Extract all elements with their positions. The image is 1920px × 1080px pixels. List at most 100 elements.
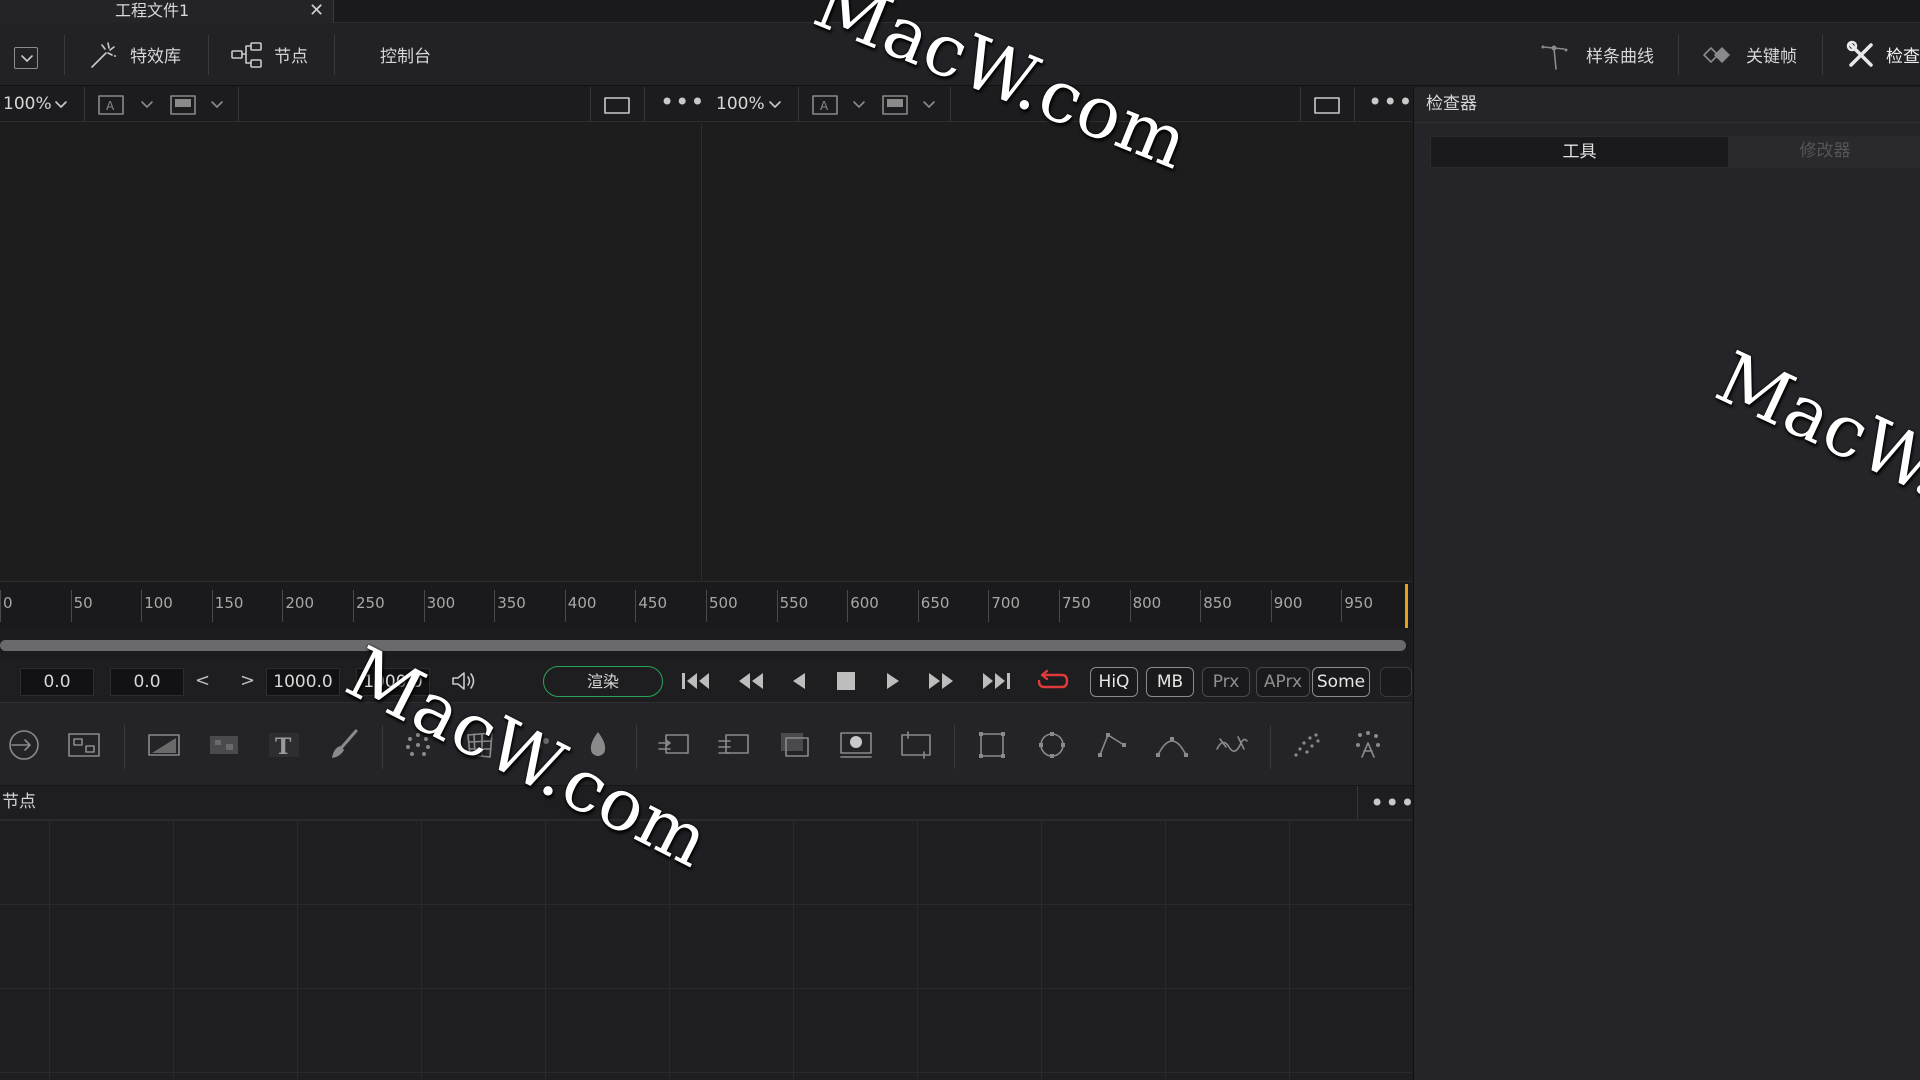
render-end-field[interactable]: 1000.0 [266, 668, 340, 696]
hiq-toggle[interactable]: HiQ [1090, 667, 1138, 697]
rectangle-mask-icon[interactable] [974, 727, 1010, 763]
ruler-label: 350 [497, 594, 526, 612]
media-in-icon[interactable] [66, 727, 102, 763]
node-editor-canvas[interactable] [0, 820, 1412, 1080]
some-toggle[interactable]: Some [1312, 667, 1370, 697]
right-viewer-zoom[interactable]: 100% [716, 87, 765, 122]
stop-icon[interactable] [836, 671, 856, 691]
more-options-icon[interactable]: ••• [1370, 788, 1415, 818]
prx-toggle[interactable]: Prx [1202, 667, 1250, 697]
render-button[interactable]: 渲染 [543, 666, 663, 697]
ruler-label: 150 [214, 594, 244, 612]
particle-emitter-icon[interactable] [1290, 727, 1326, 763]
paint-brush-icon[interactable] [326, 727, 362, 763]
magic-wand-icon [91, 41, 116, 68]
viewer-frame-icon[interactable] [1314, 97, 1340, 114]
background-icon[interactable] [146, 727, 182, 763]
left-viewer-zoom[interactable]: 100% [3, 87, 52, 122]
left-zoom-value: 100% [3, 94, 52, 114]
view-options-icon[interactable] [882, 95, 908, 115]
keyframes-label: 关键帧 [1746, 47, 1797, 67]
channel-a-icon[interactable]: A [812, 95, 838, 115]
ruler-tick [494, 590, 496, 622]
paint-mask-icon[interactable] [1214, 727, 1250, 763]
saver-icon[interactable] [898, 727, 934, 763]
bspline-mask-icon[interactable] [1154, 727, 1190, 763]
fast-noise-icon[interactable] [206, 727, 242, 763]
render-start-field[interactable]: 0.0 [110, 668, 184, 696]
extra-toggle[interactable] [1380, 667, 1412, 697]
inspector-button[interactable]: 检查 [1846, 23, 1920, 86]
ruler-label: 300 [426, 594, 456, 612]
left-viewer[interactable] [0, 123, 701, 580]
timeline-scrollbar[interactable] [0, 640, 1406, 651]
ruler-label: 950 [1344, 594, 1374, 612]
merge-icon[interactable] [656, 727, 692, 763]
go-to-end-icon[interactable] [980, 670, 1012, 692]
background-input-icon[interactable] [6, 727, 42, 763]
ruler-label: 800 [1132, 594, 1162, 612]
chevron-down-icon[interactable] [852, 98, 866, 112]
matte-control-icon[interactable] [776, 727, 812, 763]
play-reverse-icon[interactable] [790, 670, 808, 692]
keyframes-button[interactable]: 关键帧 [1700, 23, 1797, 86]
document-tab[interactable]: 工程文件1 ✕ [0, 0, 334, 24]
rewind-icon[interactable] [736, 670, 766, 692]
ruler-tick [1129, 590, 1131, 622]
chevron-down-icon[interactable] [140, 98, 154, 112]
aprx-toggle[interactable]: APrx [1256, 667, 1310, 697]
text-icon[interactable]: T [266, 727, 302, 763]
tab-modifiers[interactable]: 修改器 [1729, 136, 1920, 168]
right-viewer[interactable] [702, 123, 1412, 580]
node-graph-icon [231, 41, 262, 68]
step-forward-button[interactable]: > [240, 670, 255, 691]
keyframe-icon [1703, 46, 1730, 63]
mb-toggle[interactable]: MB [1146, 667, 1194, 697]
ruler-label: 200 [285, 594, 315, 612]
global-start-field[interactable]: 0.0 [20, 668, 94, 696]
ruler-tick [917, 590, 919, 622]
divider [1270, 725, 1271, 769]
effects-library-button[interactable]: 特效库 [88, 23, 181, 86]
view-options-icon[interactable] [170, 95, 196, 115]
step-back-button[interactable]: < [195, 670, 210, 691]
chevron-down-icon[interactable] [210, 98, 224, 112]
polygon-mask-icon[interactable] [1094, 727, 1130, 763]
inspector-label: 检查 [1886, 47, 1920, 67]
particle-render-icon[interactable] [1350, 727, 1386, 763]
go-to-start-icon[interactable] [680, 670, 712, 692]
spline-button[interactable]: 样条曲线 [1540, 23, 1654, 86]
fast-forward-icon[interactable] [926, 670, 956, 692]
loader-icon[interactable] [838, 727, 874, 763]
effects-library-label: 特效库 [130, 47, 181, 67]
time-ruler[interactable]: 0 50 100 150 200 250 300 350 400 450 500 550 600 650 7… [0, 581, 1412, 629]
workspace-menu-button[interactable] [14, 47, 38, 69]
svg-text:A: A [820, 99, 829, 113]
channel-a-icon[interactable]: A [98, 95, 124, 115]
more-options-icon[interactable]: ••• [660, 87, 705, 117]
playhead[interactable] [1405, 584, 1408, 628]
ruler-label: 700 [991, 594, 1021, 612]
ellipse-mask-icon[interactable] [1034, 727, 1070, 763]
nodes-button[interactable]: 节点 [230, 23, 308, 86]
ruler-tick [423, 590, 425, 622]
ruler-tick [282, 590, 284, 622]
play-icon[interactable] [884, 670, 902, 692]
chevron-down-icon[interactable] [922, 98, 936, 112]
channel-booleans-icon[interactable] [716, 727, 752, 763]
tab-tools[interactable]: 工具 [1430, 136, 1729, 168]
ruler-tick [988, 590, 990, 622]
spline-label: 样条曲线 [1586, 47, 1654, 67]
more-options-icon[interactable]: ••• [1368, 87, 1413, 117]
loop-icon[interactable] [1036, 669, 1070, 693]
divider [636, 725, 637, 769]
ruler-label: 250 [356, 594, 385, 612]
ruler-tick [0, 590, 1, 622]
close-icon[interactable]: ✕ [309, 0, 324, 21]
chevron-down-icon[interactable] [768, 98, 782, 112]
left-viewer-header: 100% A ••• [0, 87, 705, 122]
console-button[interactable]: 控制台 [380, 23, 431, 86]
chevron-down-icon[interactable] [54, 98, 68, 112]
ruler-tick [776, 590, 778, 622]
viewer-frame-icon[interactable] [604, 97, 630, 114]
